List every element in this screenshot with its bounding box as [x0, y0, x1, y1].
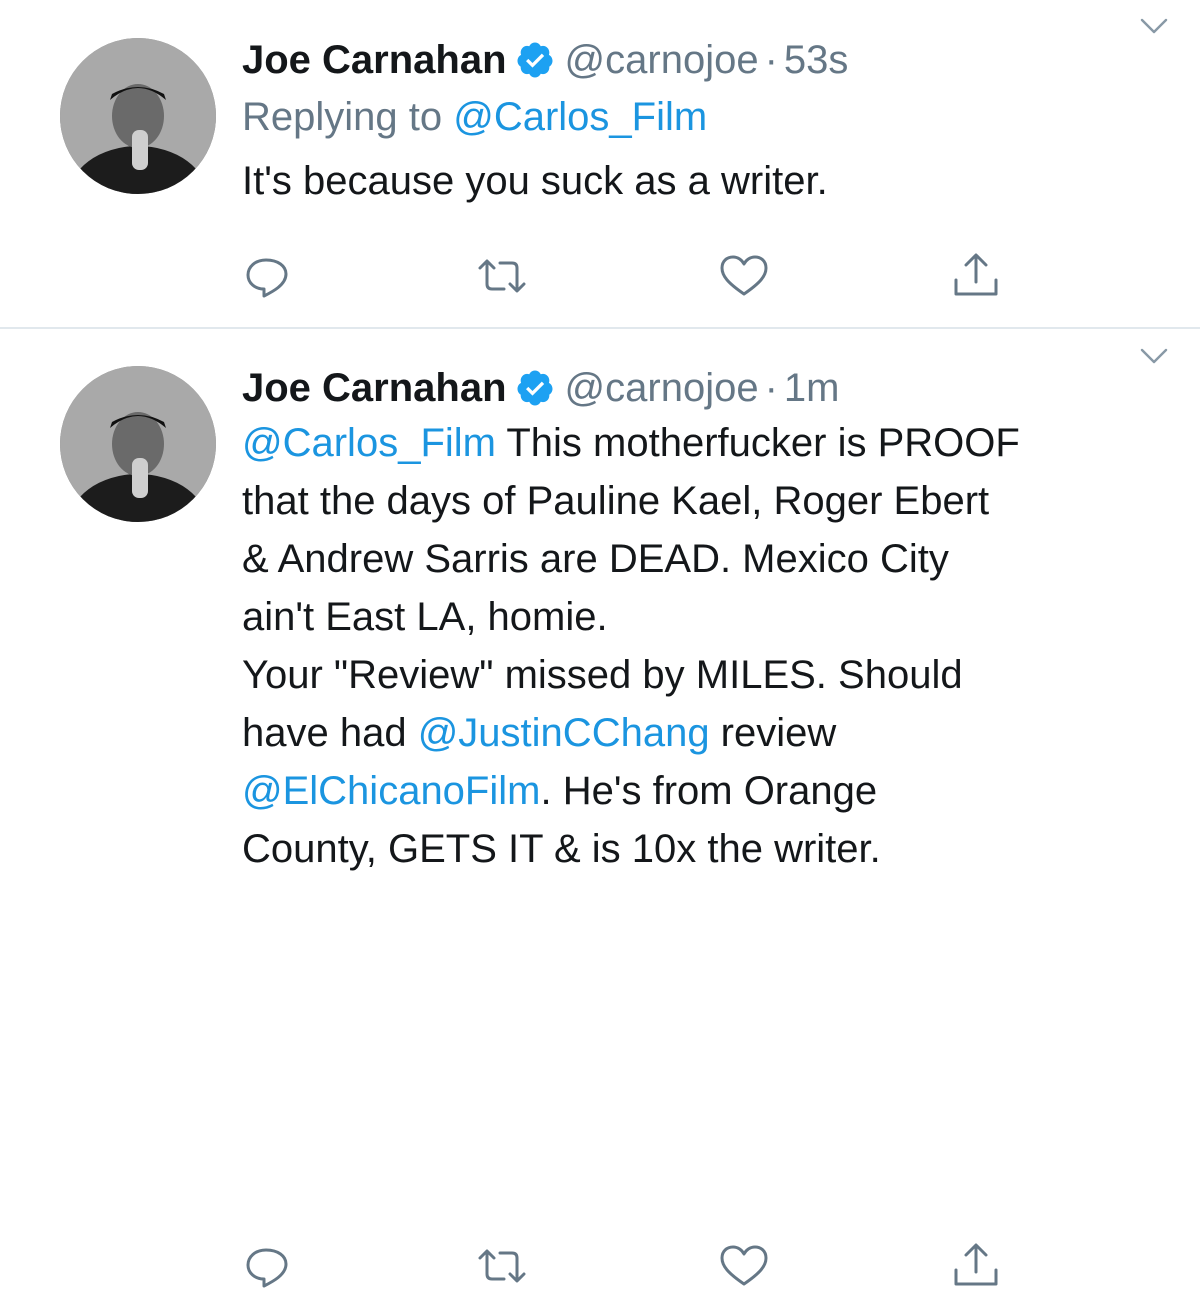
timestamp[interactable]: 53s	[784, 36, 849, 84]
replying-to: Replying to @Carlos_Film	[242, 88, 1140, 146]
timestamp[interactable]: 1m	[784, 364, 840, 412]
mention-link[interactable]: @Carlos_Film	[242, 421, 496, 465]
tweet-actions	[242, 1242, 1002, 1290]
tweet-text-line: Your "Review" missed by MILES. Should	[242, 653, 963, 697]
tweet[interactable]: Joe Carnahan @carnojoe · 53s Replying to…	[0, 0, 1200, 328]
mention-link[interactable]: @Carlos_Film	[453, 95, 707, 139]
separator-dot: ·	[764, 366, 778, 410]
tweet-text-line: County, GETS IT & is 10x the writer.	[242, 827, 881, 871]
chevron-down-icon[interactable]	[1136, 338, 1172, 374]
retweet-icon[interactable]	[476, 1242, 528, 1290]
avatar[interactable]	[60, 38, 216, 194]
tweet-text-line: have had @JustinCChang review	[242, 704, 1140, 762]
chevron-down-icon[interactable]	[1136, 8, 1172, 44]
mention-link[interactable]: @ElChicanoFilm	[242, 769, 540, 813]
tweet[interactable]: Joe Carnahan @carnojoe · 1m @Carlos_Film…	[0, 330, 1200, 1288]
mention-link[interactable]: @JustinCChang	[418, 711, 710, 755]
replying-prefix: Replying to	[242, 95, 454, 139]
tweet-text-line: It's because you suck as a writer.	[242, 159, 828, 203]
tweet-header: Joe Carnahan @carnojoe · 1m	[242, 364, 1140, 412]
avatar[interactable]	[60, 366, 216, 522]
tweet-text-line: that the days of Pauline Kael, Roger Ebe…	[242, 479, 990, 523]
share-icon[interactable]	[950, 252, 1002, 300]
tweet-text-line: & Andrew Sarris are DEAD. Mexico City	[242, 537, 949, 581]
tweet-text: @Carlos_Film This motherfucker is PROOF …	[242, 414, 1140, 878]
retweet-icon[interactable]	[476, 252, 528, 300]
text-run: This motherfucker is PROOF	[495, 421, 1020, 465]
separator-dot: ·	[764, 38, 778, 82]
text-run: review	[709, 711, 837, 755]
divider	[0, 327, 1200, 329]
display-name[interactable]: Joe Carnahan	[242, 364, 507, 412]
reply-icon[interactable]	[242, 1242, 294, 1290]
tweet-text-line: ain't East LA, homie.	[242, 595, 608, 639]
like-heart-icon[interactable]	[718, 1242, 770, 1290]
handle[interactable]: @carnojoe	[565, 364, 759, 412]
avatar-photo	[60, 38, 216, 194]
tweet-text: It's because you suck as a writer.	[242, 152, 1140, 210]
verified-badge-icon	[515, 368, 555, 408]
verified-badge-icon	[515, 40, 555, 80]
tweet-text-line: @Carlos_Film This motherfucker is PROOF	[242, 414, 1140, 472]
tweet-text-line: @ElChicanoFilm. He's from Orange	[242, 762, 1140, 820]
reply-icon[interactable]	[242, 252, 294, 300]
share-icon[interactable]	[950, 1242, 1002, 1290]
tweet-header: Joe Carnahan @carnojoe · 53s	[242, 36, 1140, 84]
display-name[interactable]: Joe Carnahan	[242, 36, 507, 84]
text-run: . He's from Orange	[540, 769, 878, 813]
tweet-actions	[242, 252, 1002, 300]
like-heart-icon[interactable]	[718, 252, 770, 300]
text-run: have had	[242, 711, 418, 755]
avatar-photo	[60, 366, 216, 522]
handle[interactable]: @carnojoe	[565, 36, 759, 84]
